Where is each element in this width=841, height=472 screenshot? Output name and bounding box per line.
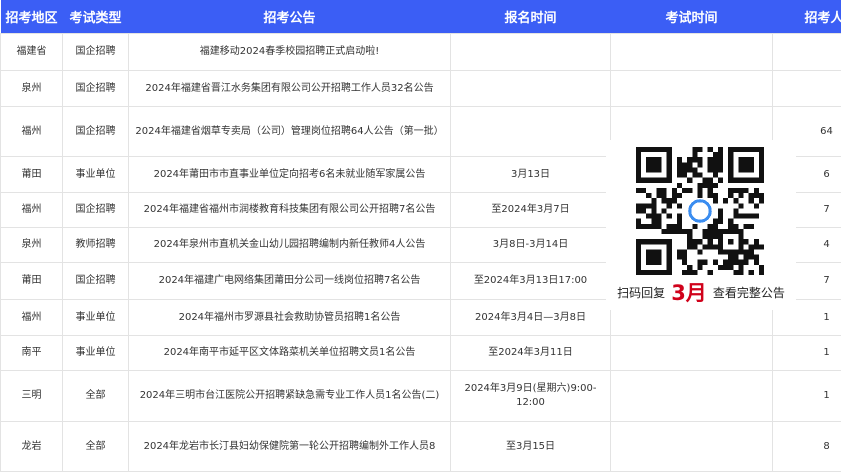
cell-exam-type: 国企招聘 (63, 71, 129, 107)
cell-count: 8 (773, 422, 841, 472)
cell-region: 福州 (1, 300, 63, 336)
cell-exam-time (611, 71, 773, 107)
cell-count (773, 34, 841, 71)
cell-signup-time (451, 71, 611, 107)
cell-notice-link[interactable]: 2024年龙岩市长汀县妇幼保健院第一轮公开招聘编制外工作人员8 (129, 422, 451, 472)
cell-signup-time: 至2024年3月11日 (451, 336, 611, 371)
cell-notice-link[interactable]: 2024年福建省烟草专卖局（公司）管理岗位招聘64人公告（第一批） (129, 107, 451, 157)
cell-signup-time (451, 34, 611, 71)
cell-exam-type: 教师招聘 (63, 228, 129, 263)
cell-region: 泉州 (1, 71, 63, 107)
cell-region: 龙岩 (1, 422, 63, 472)
header-notice: 招考公告 (129, 0, 451, 34)
cell-signup-time: 2024年3月9日(星期六)9:00-12:00 (451, 371, 611, 422)
cell-exam-type: 国企招聘 (63, 107, 129, 157)
cell-exam-time (611, 336, 773, 371)
cell-exam-type: 全部 (63, 371, 129, 422)
cell-exam-time (611, 34, 773, 71)
qr-caption-month: 3月 (671, 277, 707, 307)
cell-signup-time (451, 107, 611, 157)
qr-caption: 扫码回复 3月 查看完整公告 (606, 278, 796, 306)
cell-notice-link[interactable]: 2024年福建省晋江水务集团有限公司公开招聘工作人员32名公告 (129, 71, 451, 107)
table-row: 福建省 国企招聘 福建移动2024春季校园招聘正式启动啦! (1, 34, 841, 71)
cell-region: 莆田 (1, 263, 63, 300)
cell-exam-type: 国企招聘 (63, 34, 129, 71)
header-count: 招考人数 (773, 0, 841, 34)
cell-exam-type: 事业单位 (63, 336, 129, 371)
cell-exam-time (611, 371, 773, 422)
table-row: 龙岩 全部 2024年龙岩市长汀县妇幼保健院第一轮公开招聘编制外工作人员8 至3… (1, 422, 841, 472)
qr-caption-prefix: 扫码回复 (617, 284, 665, 301)
table-row: 三明 全部 2024年三明市台江医院公开招聘紧缺急需专业工作人员1名公告(二) … (1, 371, 841, 422)
header-signup-time: 报名时间 (451, 0, 611, 34)
cell-notice-link[interactable]: 2024年福建省福州市润楼教育科技集团有限公司公开招聘7名公告 (129, 193, 451, 228)
cell-exam-type: 国企招聘 (63, 193, 129, 228)
cell-notice-link[interactable]: 2024年福建广电网络集团莆田分公司一线岗位招聘7名公告 (129, 263, 451, 300)
cell-region: 泉州 (1, 228, 63, 263)
qr-caption-suffix: 查看完整公告 (713, 284, 785, 301)
cell-signup-time: 至3月15日 (451, 422, 611, 472)
qr-promo: 扫码回复 3月 查看完整公告 (606, 140, 796, 310)
cell-region: 南平 (1, 336, 63, 371)
cell-signup-time: 3月13日 (451, 157, 611, 193)
cell-signup-time: 至2024年3月13日17:00 (451, 263, 611, 300)
cell-notice-link[interactable]: 2024年泉州市直机关金山幼儿园招聘编制内新任教师4人公告 (129, 228, 451, 263)
header-exam-time: 考试时间 (611, 0, 773, 34)
cell-count (773, 71, 841, 107)
cell-exam-type: 国企招聘 (63, 263, 129, 300)
qr-code-icon[interactable] (636, 147, 764, 275)
cell-region: 福州 (1, 193, 63, 228)
cell-exam-type: 事业单位 (63, 300, 129, 336)
cell-notice-link[interactable]: 2024年三明市台江医院公开招聘紧缺急需专业工作人员1名公告(二) (129, 371, 451, 422)
table-row: 南平 事业单位 2024年南平市延平区文体路菜机关单位招聘文员1名公告 至202… (1, 336, 841, 371)
header-region: 招考地区 (1, 0, 63, 34)
cell-region: 三明 (1, 371, 63, 422)
table-header-row: 招考地区 考试类型 招考公告 报名时间 考试时间 招考人数 (1, 0, 841, 34)
cell-signup-time: 3月8日-3月14日 (451, 228, 611, 263)
cell-notice-link[interactable]: 2024年莆田市市直事业单位定向招考6名未就业随军家属公告 (129, 157, 451, 193)
cell-exam-time (611, 422, 773, 472)
cell-exam-type: 全部 (63, 422, 129, 472)
cell-region: 福州 (1, 107, 63, 157)
cell-count: 1 (773, 336, 841, 371)
header-exam-type: 考试类型 (63, 0, 129, 34)
cell-notice-link[interactable]: 福建移动2024春季校园招聘正式启动啦! (129, 34, 451, 71)
cell-notice-link[interactable]: 2024年福州市罗源县社会救助协管员招聘1名公告 (129, 300, 451, 336)
cell-signup-time: 至2024年3月7日 (451, 193, 611, 228)
cell-notice-link[interactable]: 2024年南平市延平区文体路菜机关单位招聘文员1名公告 (129, 336, 451, 371)
table-row: 泉州 国企招聘 2024年福建省晋江水务集团有限公司公开招聘工作人员32名公告 (1, 71, 841, 107)
cell-count: 1 (773, 371, 841, 422)
cell-region: 福建省 (1, 34, 63, 71)
cell-signup-time: 2024年3月4日—3月8日 (451, 300, 611, 336)
cell-region: 莆田 (1, 157, 63, 193)
cell-exam-type: 事业单位 (63, 157, 129, 193)
